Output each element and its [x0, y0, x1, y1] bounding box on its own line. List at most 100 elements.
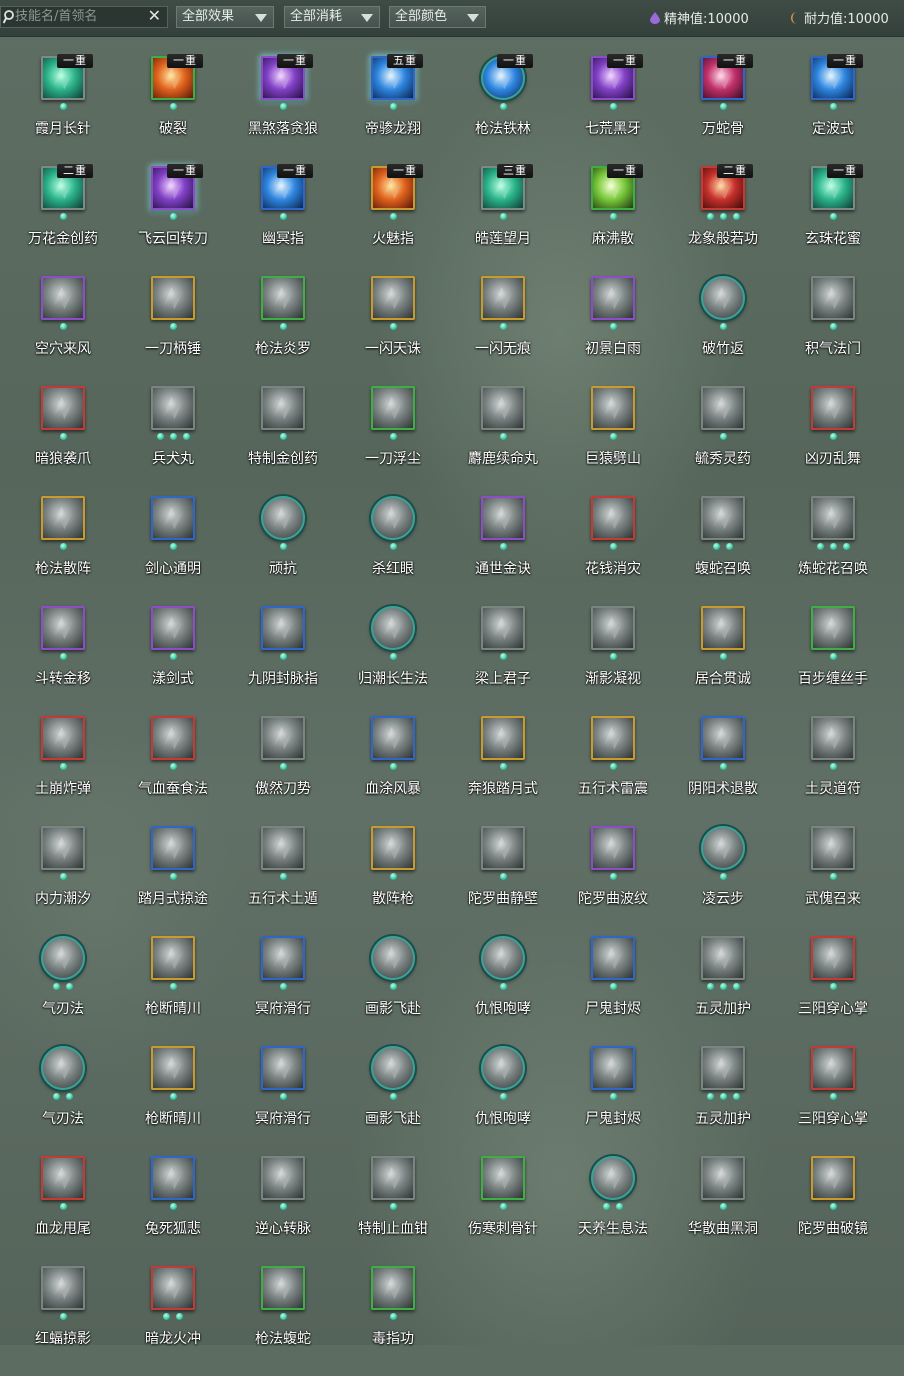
skill-icon[interactable]	[261, 936, 305, 980]
skill-slot[interactable]: 二重 万花金创药	[8, 164, 118, 276]
skill-icon[interactable]	[701, 276, 745, 320]
skill-slot[interactable]: 空穴来风	[8, 276, 118, 386]
skill-icon[interactable]	[481, 716, 525, 760]
skill-slot[interactable]: 冥府滑行	[228, 936, 338, 1046]
skill-slot[interactable]: 红蝠掠影	[8, 1266, 118, 1376]
skill-icon[interactable]	[481, 936, 525, 980]
skill-slot[interactable]: 枪断晴川	[118, 936, 228, 1046]
skill-slot[interactable]: 陀罗曲波纹	[558, 826, 668, 936]
skill-slot[interactable]: 通世金诀	[448, 496, 558, 606]
skill-icon[interactable]	[701, 826, 745, 870]
skill-slot[interactable]: 傲然刀势	[228, 716, 338, 826]
skill-icon[interactable]	[701, 1156, 745, 1200]
skill-slot[interactable]: 一重 麻沸散	[558, 164, 668, 276]
skill-slot[interactable]: 气血蚕食法	[118, 716, 228, 826]
skill-slot[interactable]: 特制金创药	[228, 386, 338, 496]
skill-slot[interactable]: 血涂风暴	[338, 716, 448, 826]
skill-icon[interactable]	[701, 1046, 745, 1090]
skill-icon[interactable]	[591, 1156, 635, 1200]
skill-slot[interactable]: 兵犬丸	[118, 386, 228, 496]
skill-icon[interactable]	[591, 936, 635, 980]
skill-icon[interactable]	[261, 826, 305, 870]
skill-icon[interactable]	[371, 496, 415, 540]
skill-icon[interactable]	[261, 1046, 305, 1090]
skill-icon[interactable]	[151, 1156, 195, 1200]
skill-icon[interactable]	[41, 606, 85, 650]
skill-icon[interactable]	[701, 606, 745, 650]
skill-icon[interactable]	[481, 606, 525, 650]
skill-slot[interactable]: 暗龙火冲	[118, 1266, 228, 1376]
skill-icon[interactable]	[151, 1266, 195, 1310]
skill-slot[interactable]: 华散曲黑洞	[668, 1156, 778, 1266]
clear-search-icon[interactable]: ✕	[148, 6, 161, 26]
skill-icon[interactable]	[261, 386, 305, 430]
skill-icon[interactable]	[591, 716, 635, 760]
skill-slot[interactable]: 居合贯诚	[668, 606, 778, 716]
skill-slot[interactable]: 枪断晴川	[118, 1046, 228, 1156]
skill-slot[interactable]: 毒指功	[338, 1266, 448, 1376]
skill-icon[interactable]	[481, 496, 525, 540]
skill-slot[interactable]: 奔狼踏月式	[448, 716, 558, 826]
skill-slot[interactable]: 百步缠丝手	[778, 606, 888, 716]
skill-icon[interactable]	[371, 1266, 415, 1310]
skill-icon[interactable]	[41, 826, 85, 870]
skill-slot[interactable]: 天养生息法	[558, 1156, 668, 1266]
effect-filter-dropdown[interactable]: 全部效果	[176, 6, 274, 28]
skill-slot[interactable]: 蝮蛇召唤	[668, 496, 778, 606]
skill-icon[interactable]	[261, 1266, 305, 1310]
skill-icon[interactable]	[811, 1046, 855, 1090]
skill-slot[interactable]: 逆心转脉	[228, 1156, 338, 1266]
skill-slot[interactable]: 内力潮汐	[8, 826, 118, 936]
skill-icon[interactable]	[261, 496, 305, 540]
skill-slot[interactable]: 阴阳术退散	[668, 716, 778, 826]
skill-icon[interactable]	[41, 386, 85, 430]
skill-slot[interactable]: 气刃法	[8, 1046, 118, 1156]
skill-slot[interactable]: 五灵加护	[668, 1046, 778, 1156]
skill-slot[interactable]: 五行术雷震	[558, 716, 668, 826]
skill-slot[interactable]: 五重 帝骖龙翔	[338, 54, 448, 166]
skill-slot[interactable]: 陀罗曲静壁	[448, 826, 558, 936]
skill-icon[interactable]	[41, 1156, 85, 1200]
skill-icon[interactable]	[481, 276, 525, 320]
skill-slot[interactable]: 一重 枪法铁林	[448, 54, 558, 166]
skill-slot[interactable]: 武傀召来	[778, 826, 888, 936]
skill-slot[interactable]: 破竹返	[668, 276, 778, 386]
skill-icon[interactable]	[811, 936, 855, 980]
skill-slot[interactable]: 积气法门	[778, 276, 888, 386]
skill-slot[interactable]: 九阴封脉指	[228, 606, 338, 716]
skill-slot[interactable]: 画影飞赴	[338, 936, 448, 1046]
skill-slot[interactable]: 凌云步	[668, 826, 778, 936]
skill-slot[interactable]: 散阵枪	[338, 826, 448, 936]
skill-slot[interactable]: 枪法散阵	[8, 496, 118, 606]
skill-slot[interactable]: 仇恨咆哮	[448, 936, 558, 1046]
skill-icon[interactable]	[151, 496, 195, 540]
skill-icon[interactable]	[811, 386, 855, 430]
skill-icon[interactable]	[371, 826, 415, 870]
skill-slot[interactable]: 炼蛇花召唤	[778, 496, 888, 606]
skill-slot[interactable]: 毓秀灵药	[668, 386, 778, 496]
skill-icon[interactable]	[261, 606, 305, 650]
skill-icon[interactable]	[811, 1156, 855, 1200]
skill-icon[interactable]	[481, 826, 525, 870]
skill-icon[interactable]	[371, 276, 415, 320]
skill-icon[interactable]	[591, 606, 635, 650]
color-filter-dropdown[interactable]: 全部颜色	[389, 6, 486, 28]
skill-slot[interactable]: 顽抗	[228, 496, 338, 606]
skill-icon[interactable]	[151, 826, 195, 870]
skill-slot[interactable]: 画影飞赴	[338, 1046, 448, 1156]
skill-icon[interactable]	[261, 276, 305, 320]
skill-icon[interactable]	[41, 1266, 85, 1310]
skill-slot[interactable]: 土灵道符	[778, 716, 888, 826]
skill-slot[interactable]: 五灵加护	[668, 936, 778, 1046]
search-input[interactable]: 技能名/首领名 ✕	[0, 6, 168, 28]
skill-slot[interactable]: 一重 幽冥指	[228, 164, 338, 276]
skill-slot[interactable]: 伤寒刺骨针	[448, 1156, 558, 1266]
skill-slot[interactable]: 一重 万蛇骨	[668, 54, 778, 166]
skill-icon[interactable]	[591, 276, 635, 320]
skill-icon[interactable]	[481, 386, 525, 430]
skill-slot[interactable]: 二重 龙象般若功	[668, 164, 778, 276]
skill-slot[interactable]: 麝鹿续命丸	[448, 386, 558, 496]
skill-slot[interactable]: 兔死狐悲	[118, 1156, 228, 1266]
skill-slot[interactable]: 冥府滑行	[228, 1046, 338, 1156]
skill-icon[interactable]	[811, 496, 855, 540]
